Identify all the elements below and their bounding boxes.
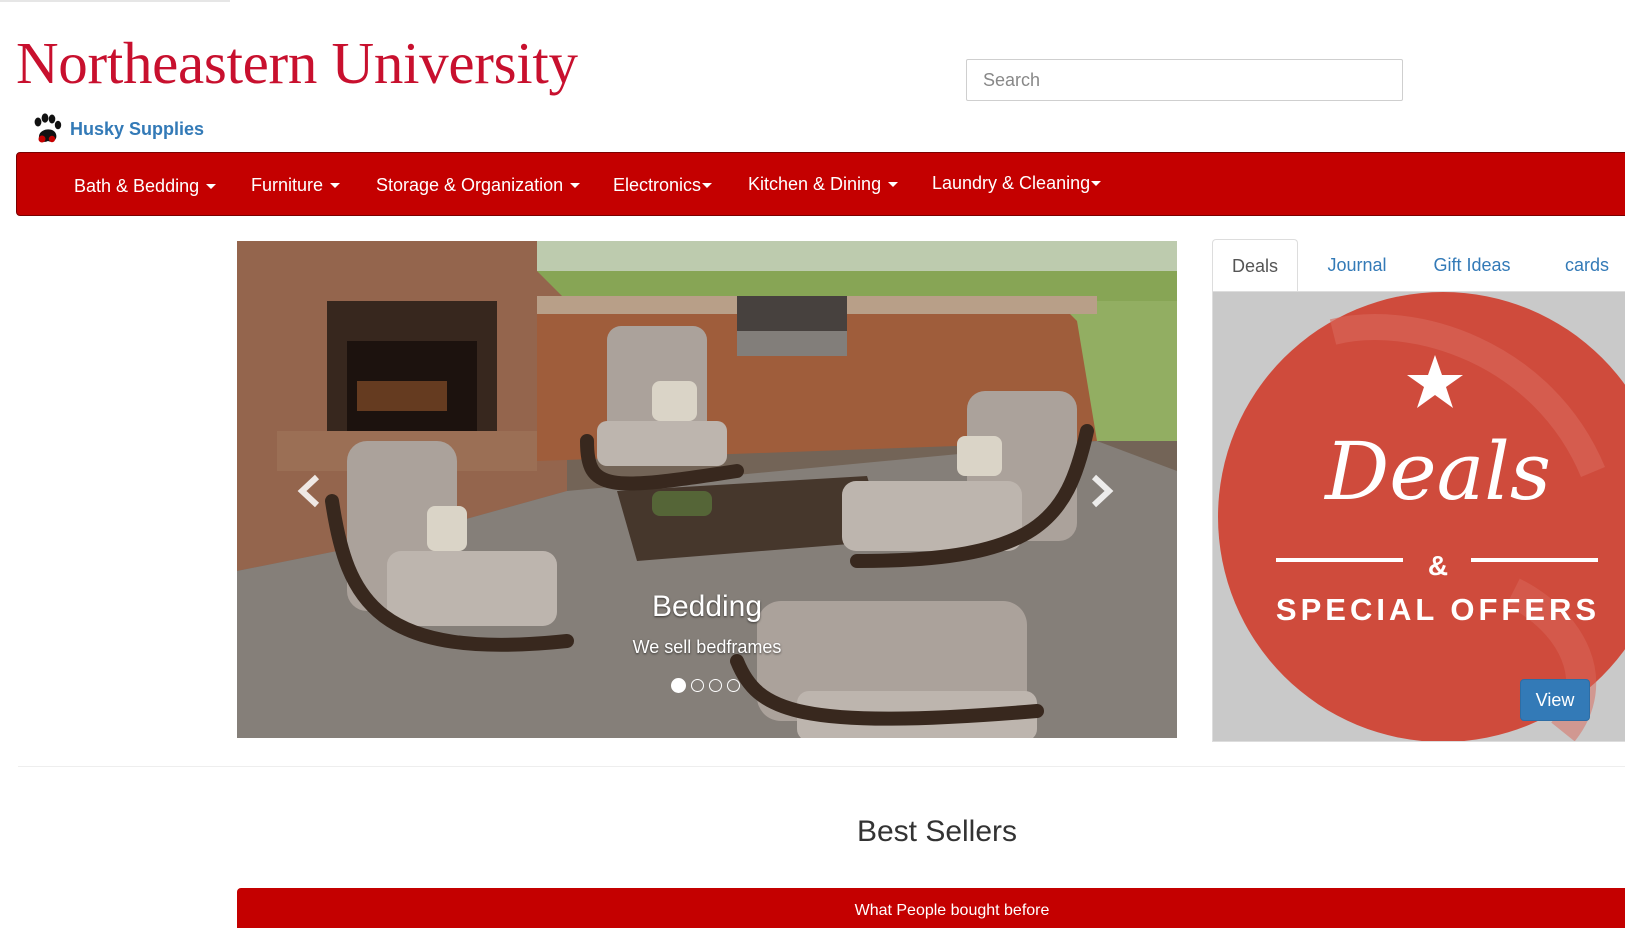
bought-before-bar: What People bought before bbox=[237, 888, 1625, 928]
paw-print-icon bbox=[34, 113, 62, 143]
hero-carousel[interactable]: Bedding We sell bedframes bbox=[237, 241, 1177, 738]
search-input[interactable] bbox=[966, 59, 1403, 101]
deals-subtitle: SPECIAL OFFERS bbox=[1275, 592, 1601, 627]
husky-supplies-link[interactable]: Husky Supplies bbox=[70, 119, 204, 140]
chevron-right-icon bbox=[1091, 474, 1114, 508]
tab-cards[interactable]: cards bbox=[1542, 239, 1625, 292]
carousel-indicator[interactable] bbox=[726, 679, 740, 692]
chevron-left-icon bbox=[297, 474, 320, 508]
carousel-indicator[interactable] bbox=[670, 678, 686, 693]
nav-kitchen-dining[interactable]: Kitchen & Dining bbox=[748, 152, 899, 216]
university-logo[interactable]: Northeastern University bbox=[16, 34, 578, 93]
nav-label: Furniture bbox=[251, 174, 324, 195]
side-tabs: Deals Journal Gift Ideas cards bbox=[1212, 239, 1625, 293]
caret-down-icon bbox=[1091, 180, 1102, 186]
carousel-prev-button[interactable] bbox=[289, 471, 329, 511]
nav-electronics[interactable]: Electronics bbox=[613, 153, 713, 217]
deals-panel: Deals & SPECIAL OFFERS View bbox=[1212, 291, 1625, 742]
carousel-indicators bbox=[237, 678, 1175, 693]
nav-furniture[interactable]: Furniture bbox=[251, 153, 341, 217]
bought-before-text: What People bought before bbox=[854, 902, 1050, 919]
husky-supplies-brand[interactable]: Husky Supplies bbox=[30, 112, 204, 146]
carousel-caption-text: We sell bedframes bbox=[632, 637, 782, 657]
carousel-indicator[interactable] bbox=[708, 679, 722, 692]
top-rule bbox=[0, 0, 230, 2]
caret-down-icon bbox=[702, 182, 713, 188]
nav-label: Electronics bbox=[613, 174, 702, 195]
patio-furniture-image bbox=[237, 241, 1177, 738]
deals-title: Deals bbox=[1325, 425, 1551, 518]
carousel-next-button[interactable] bbox=[1082, 471, 1122, 511]
caret-down-icon bbox=[206, 183, 217, 189]
deals-ampersand: & bbox=[1427, 550, 1449, 581]
caret-down-icon bbox=[330, 182, 341, 188]
tab-deals[interactable]: Deals bbox=[1212, 239, 1298, 293]
nav-label: Bath & Bedding bbox=[74, 175, 200, 196]
tab-gift-ideas[interactable]: Gift Ideas bbox=[1412, 239, 1532, 292]
section-divider bbox=[18, 766, 1625, 767]
best-sellers-heading: Best Sellers bbox=[856, 815, 1018, 848]
nav-storage-organization[interactable]: Storage & Organization bbox=[376, 153, 581, 217]
nav-label: Kitchen & Dining bbox=[748, 173, 882, 194]
category-navbar: Bath & Bedding Furniture Storage & Organ… bbox=[16, 152, 1625, 216]
nav-bath-bedding[interactable]: Bath & Bedding bbox=[74, 154, 217, 218]
carousel-indicator[interactable] bbox=[690, 679, 704, 692]
caret-down-icon bbox=[570, 182, 581, 188]
tab-journal[interactable]: Journal bbox=[1312, 239, 1402, 292]
nav-laundry-cleaning[interactable]: Laundry & Cleaning bbox=[932, 151, 1102, 215]
nav-label: Laundry & Cleaning bbox=[932, 172, 1091, 193]
nav-label: Storage & Organization bbox=[376, 174, 564, 195]
caret-down-icon bbox=[888, 181, 899, 187]
view-deals-button[interactable]: View bbox=[1520, 679, 1590, 721]
carousel-caption-title: Bedding bbox=[651, 590, 763, 623]
